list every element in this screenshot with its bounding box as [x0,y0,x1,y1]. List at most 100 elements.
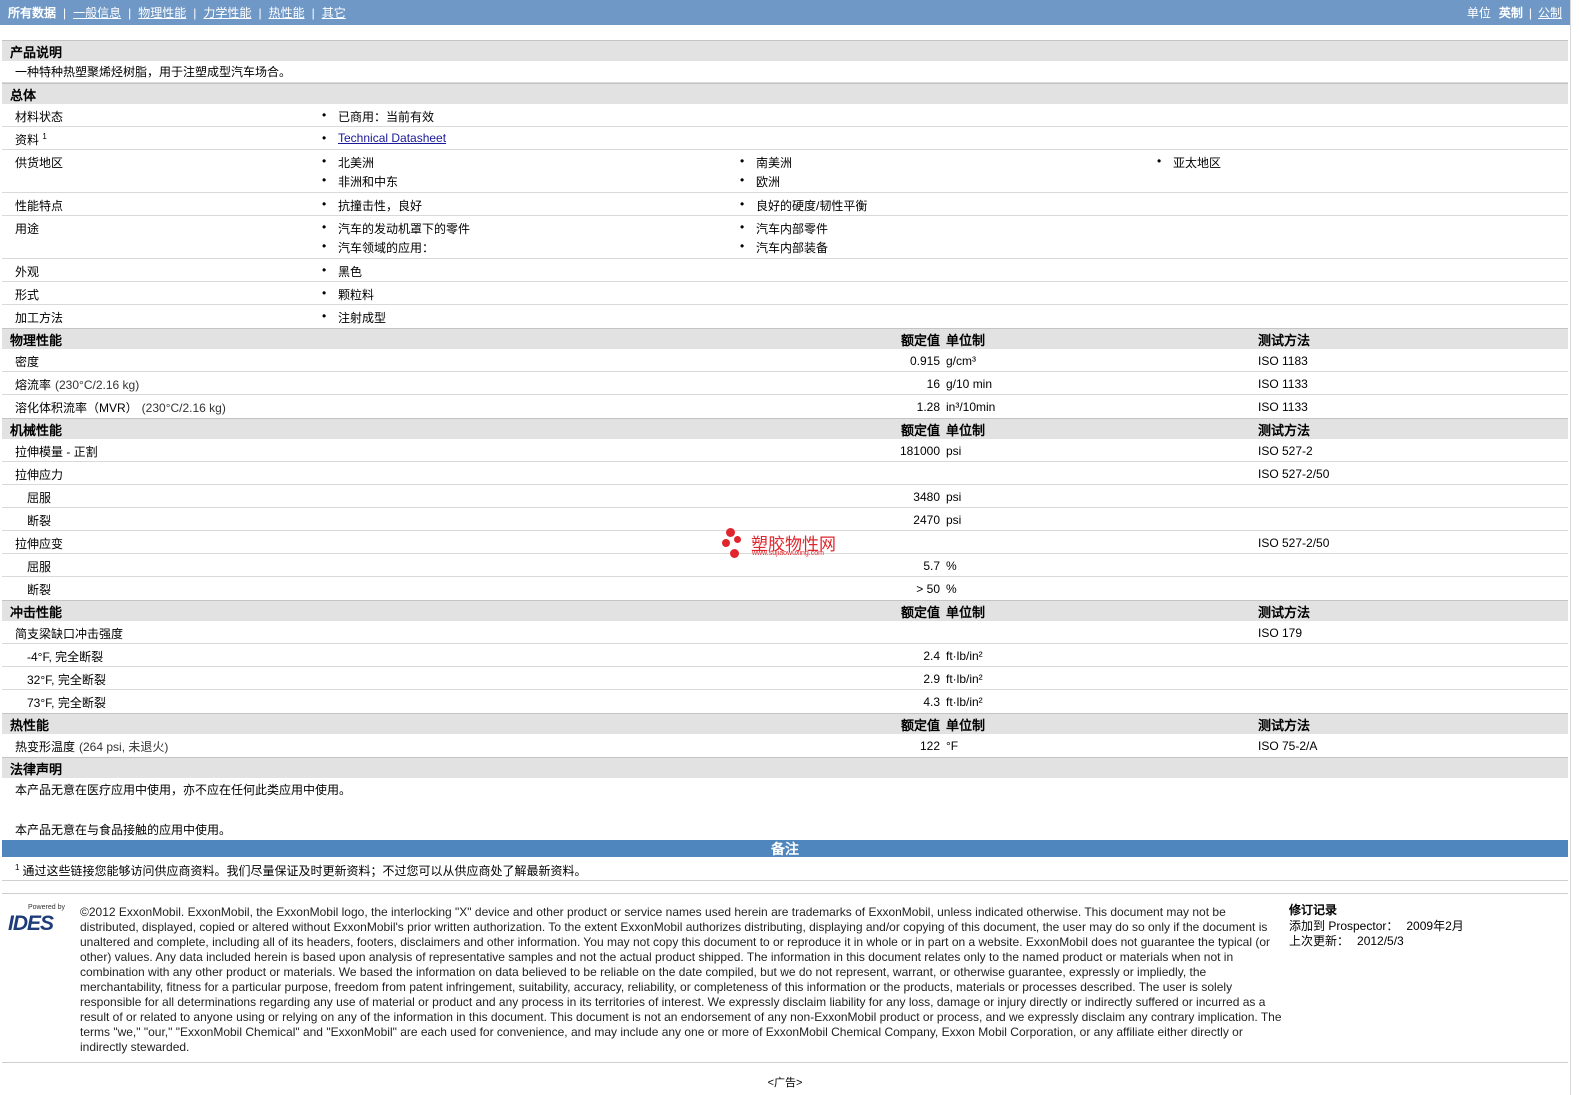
row-label: 简支梁缺口冲击强度 [15,627,124,641]
table-row: 溶化体积流率（MVR） (230°C/2.16 kg) 1.28 in³/10mi… [2,395,1568,418]
region-item: 南美洲 [740,154,792,171]
test-method: ISO 527-2/50 [1258,467,1330,481]
watermark-url: www.sujiaowuxing.com [752,550,824,557]
section-mechanical-header: 机械性能 额定值 单位制 测试方法 [2,418,1568,439]
table-row: 屈服 3480 psi [2,485,1568,508]
nav-thermal[interactable]: 热性能 [269,4,305,21]
unit: ft·lb/in² [946,649,983,663]
row-label: 熔流率 (230°C/2.16 kg) [15,378,140,392]
units-label: 单位 [1466,6,1491,20]
row-label: 断裂 [27,583,52,597]
section-impact-header: 冲击性能 额定值 单位制 测试方法 [2,600,1568,621]
region-item: 非洲和中东 [322,173,398,190]
row-label: 溶化体积流率（MVR） (230°C/2.16 kg) [15,401,226,415]
nav-general-info[interactable]: 一般信息 [73,4,121,21]
watermark-logo: 塑胶物性网 www.sujiaowuxing.com [722,528,862,562]
section-physical-header: 物理性能 额定值 单位制 测试方法 [2,328,1568,349]
datasheet-content: 产品说明 一种特种热塑聚烯烃树脂，用于注塑成型汽车场合。 总体 材料状态 已商用… [2,40,1568,881]
value: 1.28 [916,400,940,414]
row-label: 供货地区 [15,156,64,170]
row-label: 热变形温度 (264 psi, 未退火) [15,740,169,754]
unit-imperial[interactable]: 英制 [1499,4,1523,21]
row-regions: 供货地区 北美洲 南美洲 亚太地区 非洲和中东 欧洲 [2,150,1568,193]
section-nav: 所有数据 | 一般信息 | 物理性能 | 力学性能 | 热性能 | 其它 [8,4,346,21]
watermark-dot [734,536,741,543]
unit-metric[interactable]: 公制 [1538,4,1562,21]
header-test-method: 测试方法 [1258,604,1311,620]
row-label: -4°F, 完全断裂 [27,650,104,664]
value: 2.9 [923,672,940,686]
header-value: 额定值 [900,422,940,438]
use-item: 汽车领域的应用： [322,239,434,256]
footnote-text: 1 通过这些链接您能够访问供应商资料。我们尽量保证及时更新资料；不过您可以从供应商… [15,863,587,878]
row-material-status: 材料状态 已商用：当前有效 [2,104,1568,127]
watermark-dot [726,528,735,537]
value: 122 [919,739,940,753]
ides-logo: Powered by IDES [8,904,72,935]
value: 0.915 [909,354,940,368]
nav-other[interactable]: 其它 [322,4,346,21]
row-label: 资料 1 [15,132,47,147]
appearance-value: 黑色 [322,263,362,280]
ides-logo-mark: IDES [8,912,54,935]
unit: psi [946,513,962,527]
nav-separator: | [193,5,197,20]
unit: in³/10min [946,400,996,414]
row-label: 形式 [15,288,40,302]
row-label: 73°F, 完全断裂 [27,696,106,710]
table-row: 32°F, 完全断裂 2.9 ft·lb/in² [2,667,1568,690]
nav-mechanical[interactable]: 力学性能 [203,4,251,21]
top-nav-bar: 所有数据 | 一般信息 | 物理性能 | 力学性能 | 热性能 | 其它 单位 … [0,0,1570,25]
row-label: 性能特点 [15,199,64,213]
header-test-method: 测试方法 [1258,422,1311,438]
section-title: 机械性能 [10,422,63,438]
header-value: 额定值 [900,604,940,620]
doc-item: Technical Datasheet [322,131,446,145]
section-thermal-header: 热性能 额定值 单位制 测试方法 [2,713,1568,734]
header-value: 额定值 [900,717,940,733]
unit-separator: | [1528,5,1532,20]
process-value: 注射成型 [322,309,386,326]
use-item: 汽车内部装备 [740,239,828,256]
test-method: ISO 527-2 [1258,444,1313,458]
watermark-dot [722,539,730,547]
row-label: 屈服 [27,491,52,505]
value: 181000 [899,444,940,458]
description-row: 一种特种热塑聚烯烃树脂，用于注塑成型汽车场合。 [2,61,1568,83]
section-title: 产品说明 [10,44,63,60]
vertical-scrollbar[interactable] [1570,0,1580,1095]
row-label: 拉伸模量 - 正割 [15,445,98,459]
advertisement-label: <广告> [767,1077,803,1089]
region-item: 亚太地区 [1157,154,1221,171]
nav-separator: | [63,5,67,20]
section-description-header: 产品说明 [2,40,1568,61]
row-uses: 用途 汽车的发动机罩下的零件 汽车内部零件 汽车领域的应用： 汽车内部装备 [2,216,1568,259]
section-title: 总体 [10,87,37,103]
nav-separator: | [311,5,315,20]
table-row: 拉伸模量 - 正割 181000 psi ISO 527-2 [2,439,1568,462]
revision-history: 修订记录 添加到 Prospector： 2009年2月 上次更新： 2012/5/… [1289,903,1464,950]
test-method: ISO 1133 [1258,377,1308,391]
unit-switcher: 单位 英制 | 公制 [1467,4,1562,21]
value: 4.3 [923,695,940,709]
nav-all-data[interactable]: 所有数据 [8,4,56,21]
section-title: 物理性能 [10,332,63,348]
form-value: 颗粒料 [322,286,374,303]
technical-datasheet-link[interactable]: Technical Datasheet [338,131,446,145]
test-method: ISO 179 [1258,626,1303,640]
revision-title: 修订记录 [1289,903,1338,917]
row-label: 密度 [15,355,40,369]
section-general-header: 总体 [2,83,1568,104]
unit: ft·lb/in² [946,695,983,709]
legal-line: 本产品无意在与食品接触的应用中使用。 [15,823,232,837]
nav-physical[interactable]: 物理性能 [138,4,186,21]
revision-updated: 上次更新： 2012/5/3 [1289,934,1404,948]
row-label: 材料状态 [15,110,64,124]
unit: ft·lb/in² [946,672,983,686]
unit: °F [946,739,959,753]
use-item: 汽车内部零件 [740,220,828,237]
test-method: ISO 1133 [1258,400,1308,414]
row-label: 拉伸应力 [15,468,64,482]
copyright-disclaimer: ©2012 ExxonMobil. ExxonMobil, the ExxonM… [80,905,1282,1054]
row-label: 用途 [15,222,40,236]
